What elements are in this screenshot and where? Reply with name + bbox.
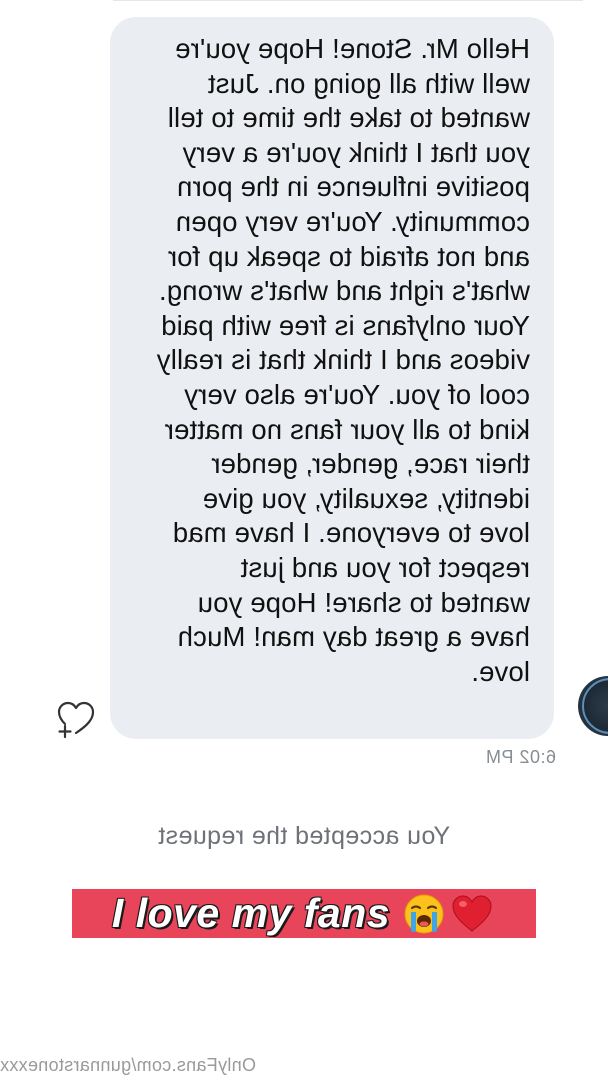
avatar[interactable] — [578, 676, 608, 736]
mirrored-screenshot: Hello Mr. Stone! Hope you're well with a… — [0, 0, 608, 1080]
incoming-message-bubble[interactable]: Hello Mr. Stone! Hope you're well with a… — [110, 17, 554, 739]
watermark: OnlyFans.com/gunnarstonexxx — [0, 1055, 256, 1075]
message-text: Hello Mr. Stone! Hope you're well with a… — [156, 33, 530, 687]
caption-text: I love my fans — [111, 890, 391, 936]
top-divider — [113, 0, 583, 1]
heart-plus-icon[interactable] — [56, 699, 96, 739]
caption-banner: I love my fans — [72, 889, 536, 938]
system-message: You accepted the request — [157, 822, 451, 850]
red-heart-emoji — [452, 894, 492, 932]
loudly-crying-face-emoji — [404, 894, 444, 933]
message-timestamp: 6:02 PM — [485, 747, 556, 767]
